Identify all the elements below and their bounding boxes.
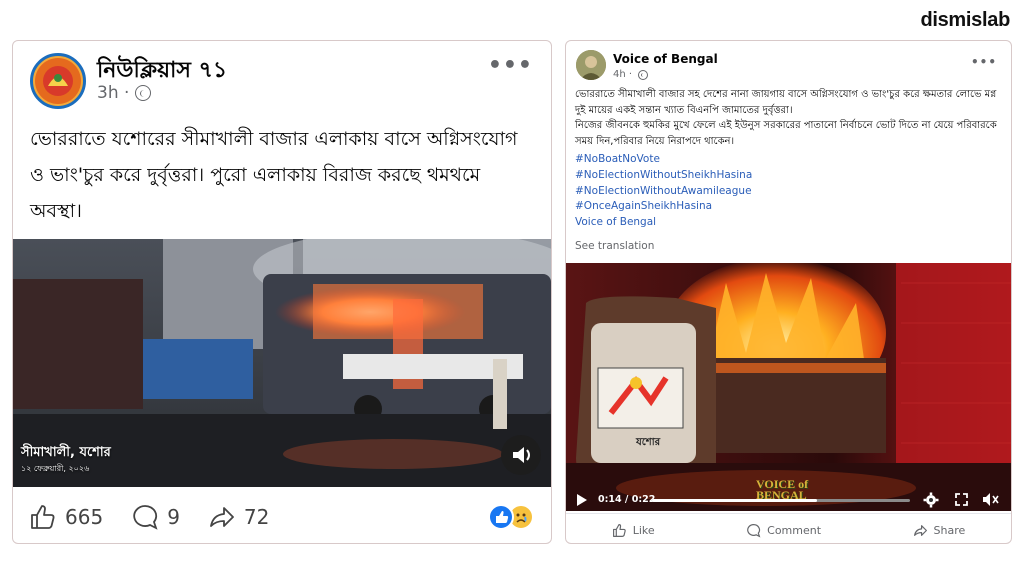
share-icon bbox=[210, 507, 234, 527]
globe-icon bbox=[638, 69, 649, 80]
post-meta: 4h · bbox=[613, 69, 649, 80]
dismislab-logo: dismislab bbox=[920, 9, 1010, 31]
post-meta: 3h · bbox=[97, 83, 152, 103]
hashtag-list: #NoBoatNoVote #NoElectionWithoutSheikhHa… bbox=[575, 152, 752, 231]
avatar-portrait-icon bbox=[576, 50, 606, 80]
video-progress-fill bbox=[652, 499, 818, 502]
engagement-bar: 665 9 72 bbox=[29, 503, 534, 531]
speaker-icon[interactable] bbox=[501, 435, 541, 475]
share-stat[interactable]: 72 bbox=[208, 503, 269, 531]
page-avatar[interactable] bbox=[576, 50, 606, 80]
page-name[interactable]: Voice of Bengal bbox=[613, 52, 718, 66]
like-label: Like bbox=[632, 523, 655, 537]
page-avatar[interactable] bbox=[30, 53, 86, 109]
comment-icon bbox=[133, 505, 158, 530]
post-time[interactable]: 3h · bbox=[97, 83, 129, 103]
more-icon[interactable]: ••• bbox=[971, 55, 997, 69]
video-progress-track[interactable] bbox=[652, 499, 910, 502]
like-stat[interactable]: 665 bbox=[29, 503, 103, 531]
post-time[interactable]: 4h · bbox=[613, 69, 632, 80]
play-icon[interactable] bbox=[576, 493, 588, 507]
post-text: ভোররাতে সীমাখালী বাজার সহ দেশের নানা জায… bbox=[575, 89, 997, 147]
hashtag-link[interactable]: #NoElectionWithoutAwamileague bbox=[575, 184, 752, 200]
comment-count: 9 bbox=[167, 505, 180, 529]
comment-icon bbox=[747, 523, 761, 538]
share-count: 72 bbox=[243, 505, 270, 529]
share-button[interactable]: Share bbox=[913, 523, 966, 538]
post-card-right: Voice of Bengal 4h · ••• ভোররাতে সীমাখাল… bbox=[565, 40, 1012, 544]
video-time: 0:14 / 0:22 bbox=[598, 494, 656, 505]
post-text: ভোররাতে যশোরের সীমাখালী বাজার এলাকায় বা… bbox=[30, 128, 518, 222]
comment-button[interactable]: Comment bbox=[746, 523, 821, 538]
post-card-left: নিউক্লিয়াস ৭১ 3h · ••• ভোররাতে যশোরের স… bbox=[12, 40, 552, 544]
hashtag-link[interactable]: #NoElectionWithoutSheikhHasina bbox=[575, 168, 752, 184]
see-translation-link[interactable]: See translation bbox=[575, 240, 654, 252]
fullscreen-icon[interactable] bbox=[955, 493, 968, 506]
comment-stat[interactable]: 9 bbox=[131, 503, 180, 531]
comment-label: Comment bbox=[767, 523, 822, 537]
gear-icon[interactable] bbox=[923, 492, 939, 508]
bus-fire-image bbox=[566, 263, 1011, 511]
post-video[interactable]: সীমাখালী, যশোর ১২ ফেব্রুয়ারী, ২০২৬ bbox=[13, 239, 551, 487]
action-divider bbox=[566, 513, 1011, 514]
hashtag-link[interactable]: #NoBoatNoVote bbox=[575, 152, 752, 168]
volume-icon[interactable] bbox=[982, 492, 1000, 507]
page-link[interactable]: Voice of Bengal bbox=[575, 215, 752, 231]
share-icon bbox=[913, 524, 927, 536]
video-caption-location: সীমাখালী, যশোর bbox=[21, 445, 111, 460]
like-icon bbox=[488, 504, 514, 530]
globe-icon bbox=[135, 85, 152, 101]
like-count: 665 bbox=[65, 505, 104, 529]
thumb-icon bbox=[31, 505, 55, 529]
bus-sign: যশোর bbox=[636, 437, 661, 448]
share-label: Share bbox=[933, 523, 966, 537]
hashtag-link[interactable]: #OnceAgainSheikhHasina bbox=[575, 199, 752, 215]
action-bar: Like Comment Share bbox=[566, 517, 1011, 543]
more-icon[interactable]: ••• bbox=[488, 53, 533, 78]
video-controls: 0:14 / 0:22 bbox=[566, 489, 1011, 511]
avatar-logo-icon bbox=[35, 58, 81, 104]
reaction-icons[interactable] bbox=[488, 504, 534, 530]
post-video[interactable]: যশোর VOICE of BENGAL 0:14 / 0:22 bbox=[566, 263, 1011, 511]
thumb-icon bbox=[612, 523, 626, 537]
video-caption-date: ১২ ফেব্রুয়ারী, ২০২৬ bbox=[21, 464, 90, 473]
like-button[interactable]: Like bbox=[612, 523, 655, 538]
